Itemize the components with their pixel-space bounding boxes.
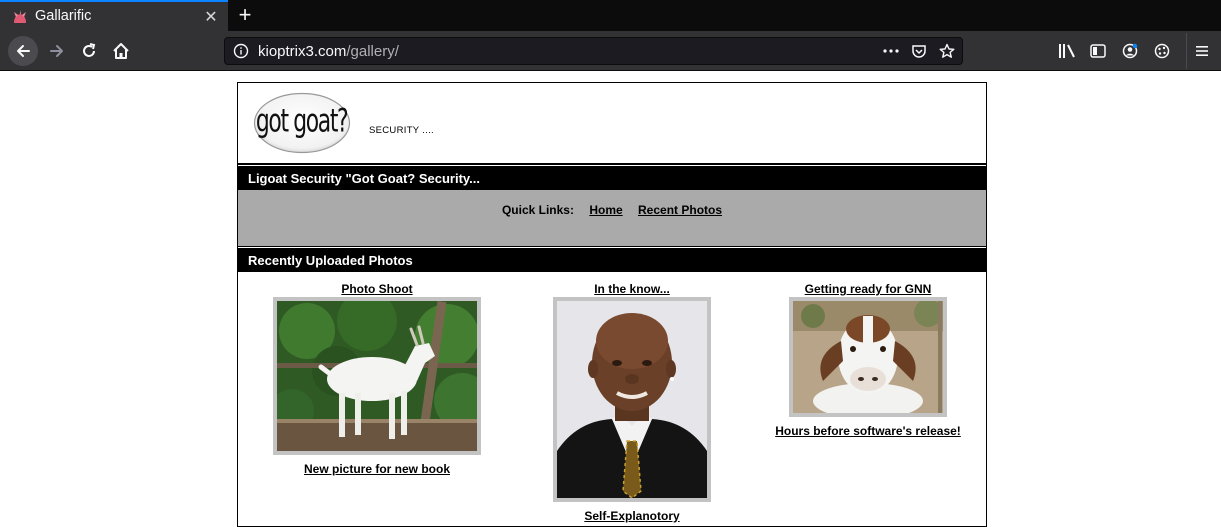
toolbar-divider	[1186, 33, 1187, 69]
star-icon[interactable]	[939, 43, 955, 59]
site-tagline: SECURITY ....	[369, 125, 434, 136]
account-icon[interactable]	[1122, 43, 1138, 59]
url-bar[interactable]: kioptrix3.com/gallery/	[224, 37, 963, 65]
site-title: Ligoat Security "Got Goat? Security...	[248, 171, 481, 186]
gallarific-favicon-icon	[14, 10, 26, 23]
recent-photos-bar: Recently Uploaded Photos	[238, 248, 986, 272]
photo-gallery: Photo Shoot New picture for new book In …	[238, 272, 986, 523]
recent-photos-link[interactable]: Recent Photos	[638, 203, 722, 217]
photo-item: In the know... Self-Explanotory	[552, 272, 712, 523]
photo-caption-link[interactable]: New picture for new book	[273, 462, 481, 476]
logo-text: got goat?	[256, 101, 347, 139]
recent-photos-heading: Recently Uploaded Photos	[248, 253, 413, 268]
quick-links-panel: Quick Links: Home Recent Photos	[238, 190, 986, 246]
navigation-toolbar: kioptrix3.com/gallery/	[0, 31, 1221, 71]
site-title-bar: Ligoat Security "Got Goat? Security...	[238, 166, 986, 190]
url-text[interactable]: kioptrix3.com/gallery/	[258, 43, 399, 60]
close-icon[interactable]: ✕	[203, 7, 219, 27]
photo-frame[interactable]	[553, 297, 711, 502]
photo-title-link[interactable]: Getting ready for GNN	[768, 282, 968, 296]
photo-item: Getting ready for GNN Hours before softw…	[768, 272, 968, 438]
quick-links-label: Quick Links:	[501, 203, 574, 217]
url-path: /gallery/	[346, 43, 399, 60]
more-icon[interactable]	[882, 43, 900, 59]
panel-divider	[238, 246, 986, 247]
browser-tab[interactable]: Gallarific ✕	[0, 0, 228, 31]
pocket-icon[interactable]	[911, 43, 927, 59]
forward-icon[interactable]	[42, 36, 72, 66]
new-tab-icon[interactable]: +	[234, 2, 256, 28]
goat-closeup-photo[interactable]	[793, 301, 943, 413]
photo-caption-link[interactable]: Self-Explanotory	[552, 509, 712, 523]
library-icon[interactable]	[1058, 43, 1076, 59]
info-icon[interactable]	[233, 43, 249, 59]
tab-title: Gallarific	[35, 8, 92, 24]
photo-frame[interactable]	[789, 297, 947, 417]
reload-icon[interactable]	[74, 36, 104, 66]
tab-strip: Gallarific ✕ +	[0, 0, 1221, 31]
gallery-container: got goat? SECURITY .... Ligoat Security …	[237, 82, 987, 527]
home-icon[interactable]	[106, 36, 136, 66]
photo-title-link[interactable]: In the know...	[552, 282, 712, 296]
web-page: got goat? SECURITY .... Ligoat Security …	[3, 72, 1221, 527]
photo-item: Photo Shoot New picture for new book	[273, 272, 481, 476]
got-goat-logo[interactable]: got goat?	[253, 92, 351, 154]
menu-icon[interactable]	[1194, 43, 1210, 59]
man-portrait-photo[interactable]	[557, 301, 707, 498]
site-header: got goat? SECURITY ....	[238, 83, 986, 163]
url-host: kioptrix3.com	[258, 43, 347, 60]
photo-title-link[interactable]: Photo Shoot	[273, 282, 481, 296]
sidebar-icon[interactable]	[1090, 43, 1106, 59]
back-icon[interactable]	[8, 36, 38, 66]
extension-icon[interactable]	[1154, 43, 1170, 59]
photo-caption-link[interactable]: Hours before software's release!	[768, 424, 968, 438]
photo-frame[interactable]	[273, 297, 481, 455]
white-goat-photo[interactable]	[277, 301, 477, 451]
header-divider	[238, 163, 986, 165]
home-link[interactable]: Home	[589, 203, 622, 217]
